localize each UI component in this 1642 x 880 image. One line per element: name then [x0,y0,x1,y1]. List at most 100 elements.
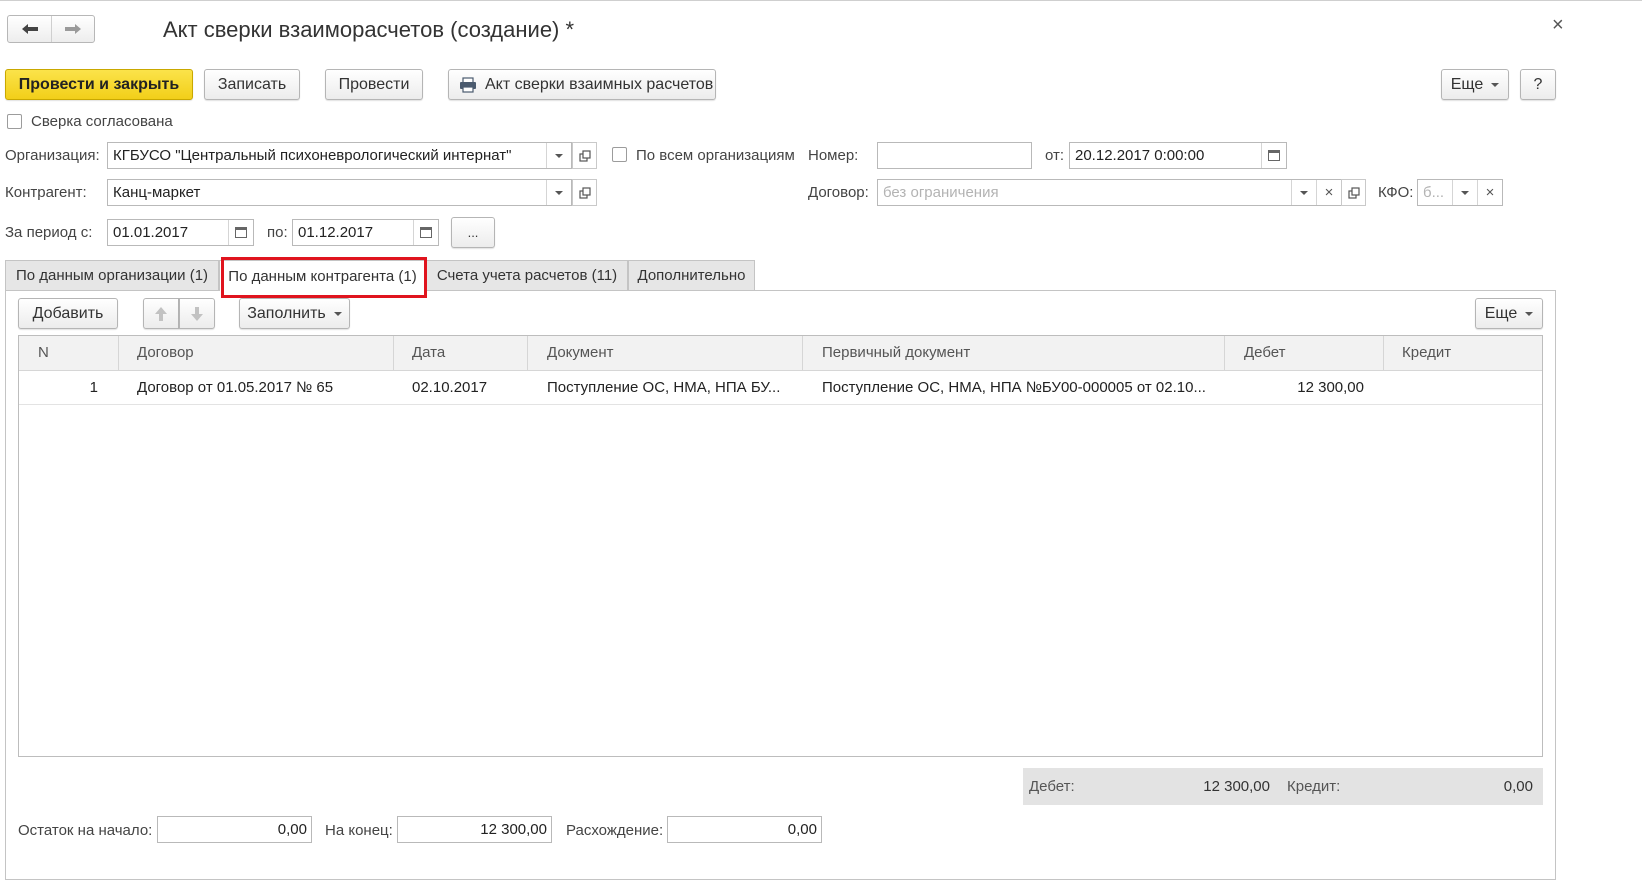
difference-field: 0,00 [667,816,822,843]
column-header-credit[interactable]: Кредит [1402,344,1451,361]
contractor-label: Контрагент: [5,184,87,201]
page-title: Акт сверки взаиморасчетов (создание) * [163,17,575,42]
period-to-calendar-button[interactable] [413,220,438,245]
nav-group [7,15,95,43]
table-header [19,336,1542,371]
row-date: 02.10.2017 [412,379,488,396]
close-icon[interactable]: × [1552,14,1564,37]
post-button[interactable]: Провести [325,69,423,100]
printer-icon [460,76,476,93]
arrow-right-icon [65,24,81,34]
caret-down-icon [1491,82,1500,87]
save-button[interactable]: Записать [204,69,300,100]
column-separator [393,336,394,370]
fill-label: Заполнить [247,304,326,322]
move-down-button[interactable] [179,298,215,329]
print-report-label: Акт сверки взаимных расчетов [485,75,714,93]
fill-button[interactable]: Заполнить [239,298,350,329]
contractor-open-button[interactable] [572,179,597,206]
column-separator [1224,336,1225,370]
period-to-label: по: [267,224,288,241]
open-window-icon [1347,186,1360,199]
contract-field[interactable]: без ограничения × [877,179,1342,206]
print-report-button[interactable]: Акт сверки взаимных расчетов [448,69,716,100]
move-up-button[interactable] [143,298,179,329]
help-button[interactable]: ? [1520,69,1556,100]
arrow-left-icon [21,24,38,34]
column-header-contract[interactable]: Договор [137,344,194,361]
period-select-button[interactable]: ... [451,217,495,248]
contractor-field[interactable]: Канц-маркет [107,179,572,206]
totals-credit-value: 0,00 [1503,778,1533,795]
start-balance-label: Остаток на начало: [18,822,153,839]
org-label: Организация: [5,147,100,164]
kfo-label: КФО: [1378,184,1414,201]
open-window-icon [578,149,591,162]
contractor-value: Канц-маркет [113,184,201,201]
kfo-field[interactable]: б... × [1417,179,1503,206]
table-more-button[interactable]: Еще [1475,298,1543,329]
open-window-icon [578,186,591,199]
all-orgs-checkbox[interactable] [612,147,627,162]
column-header-debit[interactable]: Дебет [1244,344,1285,361]
period-to-field[interactable]: 01.12.2017 [292,219,439,246]
caret-down-icon [555,190,563,195]
date-field[interactable]: 20.12.2017 0:00:00 [1069,142,1287,169]
add-button[interactable]: Добавить [18,298,118,329]
date-value: 20.12.2017 0:00:00 [1075,147,1205,164]
row-primary-document: Поступление ОС, НМА, НПА №БУ00-000005 от… [822,379,1206,396]
date-from-label: от: [1045,147,1065,164]
post-and-close-button[interactable]: Провести и закрыть [5,69,193,100]
tab-additional[interactable]: Дополнительно [628,260,755,290]
date-calendar-button[interactable] [1261,143,1286,168]
kfo-clear-button[interactable]: × [1477,180,1502,205]
tab-settlement-accounts[interactable]: Счета учета расчетов (11) [426,260,628,290]
start-balance-field: 0,00 [157,816,312,843]
caret-down-icon [1525,311,1534,316]
period-to-value: 01.12.2017 [298,224,374,241]
tab-organization-data[interactable]: По данным организации (1) [5,260,219,290]
forward-button[interactable] [52,16,94,42]
column-separator [527,336,528,370]
agreed-label: Сверка согласована [31,113,173,130]
back-button[interactable] [8,16,52,42]
end-balance-field: 12 300,00 [397,816,552,843]
contract-dropdown-button[interactable] [1291,180,1316,205]
arrow-down-icon [191,306,203,321]
column-header-primary-document[interactable]: Первичный документ [822,344,970,361]
caret-down-icon [1461,190,1469,195]
org-field[interactable]: КГБУСО "Центральный психоневрологический… [107,142,572,169]
totals-debit-value: 12 300,00 [1203,778,1270,795]
kfo-dropdown-button[interactable] [1452,180,1477,205]
row-document: Поступление ОС, НМА, НПА БУ... [547,379,781,396]
contract-clear-button[interactable]: × [1316,180,1341,205]
window-top-border [0,0,1642,1]
start-balance-value: 0,00 [277,821,307,838]
arrow-up-icon [155,306,167,321]
column-header-date[interactable]: Дата [412,344,445,361]
caret-down-icon [555,153,563,158]
agreed-checkbox[interactable] [7,114,22,129]
org-dropdown-button[interactable] [546,143,571,168]
column-separator [802,336,803,370]
column-header-n[interactable]: N [38,344,49,361]
period-from-calendar-button[interactable] [228,220,253,245]
more-button[interactable]: Еще [1441,69,1509,100]
end-balance-value: 12 300,00 [480,821,547,838]
more-label: Еще [1450,75,1484,93]
column-separator [1383,336,1384,370]
kfo-placeholder: б... [1423,184,1445,201]
number-field[interactable] [877,142,1032,169]
org-open-button[interactable] [572,142,597,169]
period-from-field[interactable]: 01.01.2017 [107,219,254,246]
contractor-dropdown-button[interactable] [546,180,571,205]
column-header-document[interactable]: Документ [547,344,614,361]
org-value: КГБУСО "Центральный психоневрологический… [113,147,512,164]
caret-down-icon [1300,190,1308,195]
contract-open-button[interactable] [1341,179,1366,206]
calendar-icon [1268,150,1280,161]
table-more-label: Еще [1484,304,1518,322]
row-debit: 12 300,00 [1297,379,1364,396]
column-separator [118,336,119,370]
period-label: За период с: [5,224,93,241]
